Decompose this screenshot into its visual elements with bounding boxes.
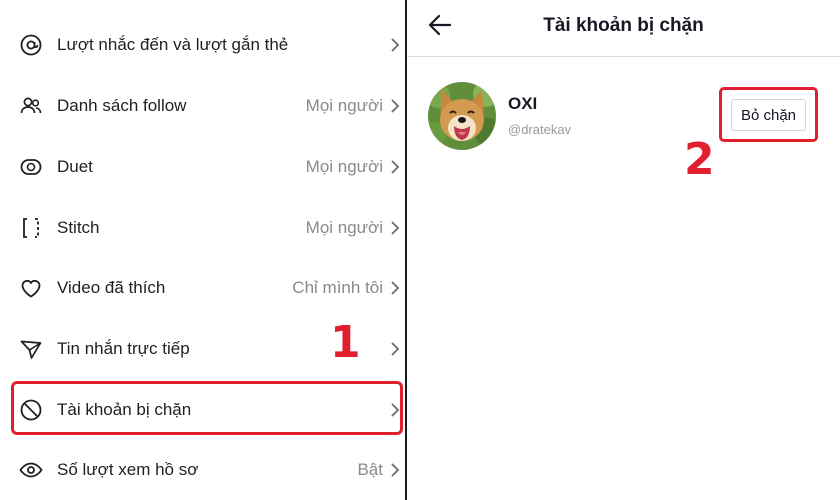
settings-item-label: Danh sách follow [57,96,187,115]
step2-highlight-box: Bỏ chặn [719,87,818,142]
settings-item-value: Chỉ mình tôi [292,278,383,297]
chevron-right-icon [391,281,400,295]
settings-item-value: Mọi người [305,218,383,237]
duet-icon [19,155,43,179]
settings-item-value: Mọi người [305,157,383,176]
settings-item-value: Mọi người [305,96,383,115]
chevron-right-icon [391,99,400,113]
settings-item-profile-views[interactable]: Số lượt xem hồ sơ Bật [0,440,405,500]
settings-item-label: Lượt nhắc đến và lượt gắn thẻ [57,35,289,54]
step1-number: 1 [330,317,361,368]
privacy-settings-list: Lượt nhắc đến và lượt gắn thẻ Danh sách … [0,0,405,500]
step1-highlight-box [11,381,403,435]
settings-item-label: Tin nhắn trực tiếp [57,339,190,358]
chevron-right-icon [391,221,400,235]
avatar[interactable] [428,82,496,150]
blocked-account-handle: @dratekav [508,122,572,137]
settings-item-duet[interactable]: Duet Mọi người [0,137,405,197]
settings-item-value: Bật [357,460,383,479]
stitch-icon [19,216,43,240]
heart-icon [19,276,43,300]
page-title: Tài khoản bị chặn [543,15,704,36]
header-divider [407,56,840,57]
settings-item-stitch[interactable]: Stitch Mọi người [0,198,405,258]
settings-item-follow-list[interactable]: Danh sách follow Mọi người [0,76,405,136]
blocked-account-name[interactable]: OXI [508,94,537,114]
settings-item-label: Số lượt xem hồ sơ [57,460,199,479]
at-icon [19,33,43,57]
chevron-right-icon [391,342,400,356]
eye-icon [19,458,43,482]
unblock-button[interactable]: Bỏ chặn [731,99,806,131]
settings-item-label: Duet [57,157,93,176]
page-header: Tài khoản bị chặn [407,0,840,56]
chevron-right-icon [391,38,400,52]
settings-item-label: Stitch [57,218,100,237]
send-icon [19,337,43,361]
blocked-accounts-page: Tài khoản bị chặn OXI @dratekav Bỏ chặn … [407,0,840,500]
chevron-right-icon [391,160,400,174]
step2-number: 2 [684,134,715,185]
settings-item-liked-videos[interactable]: Video đã thích Chỉ mình tôi [0,258,405,318]
people-icon [19,94,43,118]
chevron-right-icon [391,463,400,477]
settings-item-label: Video đã thích [57,278,166,297]
settings-item-mentions[interactable]: Lượt nhắc đến và lượt gắn thẻ [0,15,405,75]
